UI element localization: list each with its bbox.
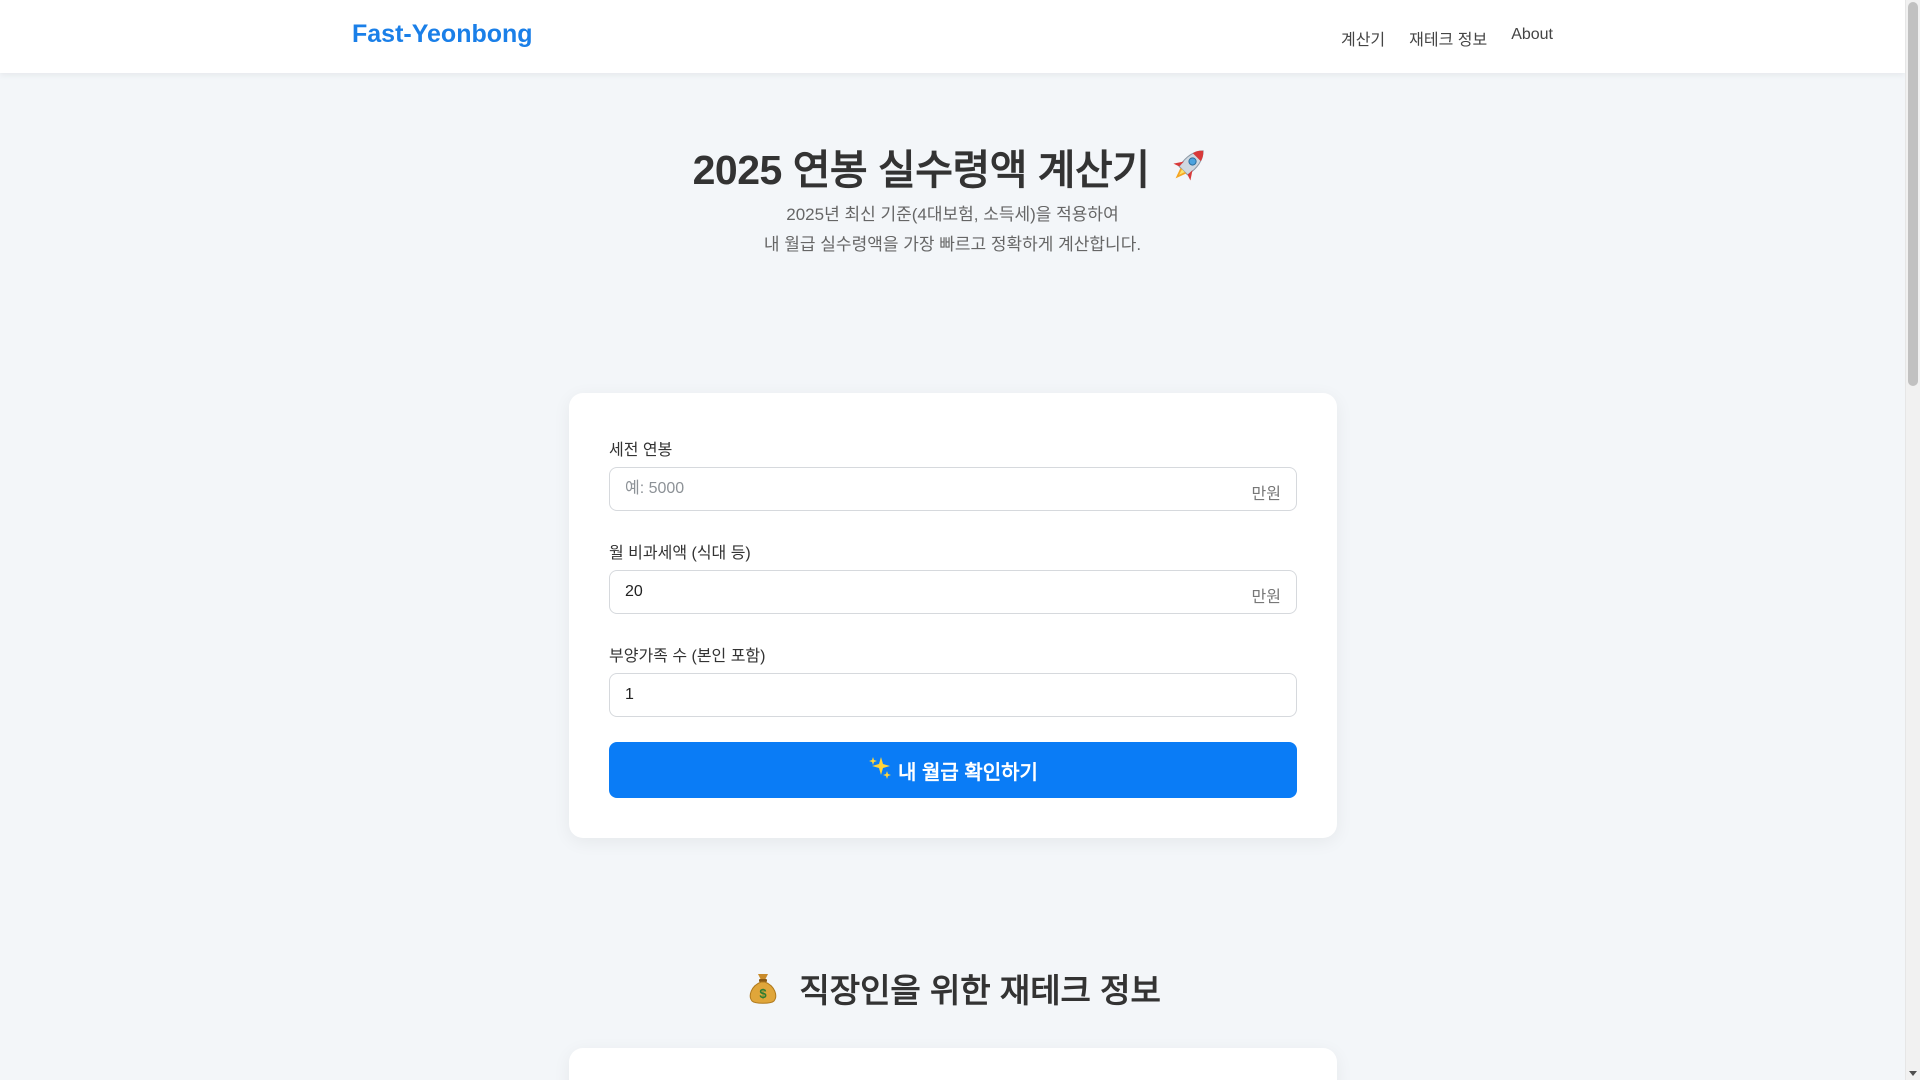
- page-title: 2025 연봉 실수령액 계산기: [0, 136, 1905, 198]
- salary-input-group: 만원: [609, 467, 1297, 511]
- vertical-scrollbar[interactable]: [1905, 0, 1920, 1080]
- nontax-input[interactable]: [610, 571, 1210, 613]
- svg-text:$: $: [760, 986, 768, 1001]
- hero-subtitle-line1: 2025년 최신 기준(4대보험, 소득세)을 적용하여: [786, 205, 1119, 224]
- nav-link-about[interactable]: About: [1511, 26, 1553, 50]
- salary-label: 세전 연봉: [609, 442, 673, 459]
- sparkles-icon: [868, 755, 892, 785]
- salary-input[interactable]: [610, 468, 1210, 510]
- brand-logo-link[interactable]: Fast-Yeonbong: [352, 20, 533, 49]
- dependents-input[interactable]: [610, 674, 1290, 716]
- nav-link-finance-info[interactable]: 재테크 정보: [1409, 26, 1487, 50]
- check-salary-button-label: 내 월급 확인하기: [898, 761, 1038, 784]
- finance-info-heading-text: 직장인을 위한 재테크 정보: [799, 972, 1161, 1009]
- hero-section: 2025 연봉 실수령액 계산기 2025년 최신 기준(4대보험, 소득세)을…: [0, 136, 1905, 260]
- nontax-unit: 만원: [1251, 589, 1281, 606]
- page-title-text: 2025 연봉 실수령액 계산기: [692, 147, 1150, 193]
- rocket-icon: [1166, 142, 1212, 198]
- page: Fast-Yeonbong 계산기 재테크 정보 About 2025 연봉 실…: [0, 0, 1905, 1080]
- nav-link-calculator[interactable]: 계산기: [1341, 26, 1385, 50]
- dependents-label: 부양가족 수 (본인 포함): [609, 648, 766, 665]
- main-nav: 계산기 재테크 정보 About: [1341, 26, 1553, 50]
- nontax-label: 월 비과세액 (식대 등): [609, 545, 751, 562]
- finance-info-card: [569, 1048, 1337, 1080]
- check-salary-button[interactable]: 내 월급 확인하기: [609, 742, 1297, 798]
- dependents-input-group: [609, 673, 1297, 717]
- salary-unit: 만원: [1251, 486, 1281, 503]
- site-header: Fast-Yeonbong 계산기 재테크 정보 About: [0, 0, 1905, 73]
- nontax-input-group: 만원: [609, 570, 1297, 614]
- salary-calculator-form: 세전 연봉 만원 월 비과세액 (식대 등) 만원 부양가족 수 (본인 포함)…: [569, 393, 1337, 838]
- hero-subtitle-line2: 내 월급 실수령액을 가장 빠르고 정확하게 계산합니다.: [763, 235, 1142, 254]
- finance-info-heading: $ 직장인을 위한 재테크 정보: [0, 964, 1905, 1014]
- scrollbar-thumb[interactable]: [1908, 2, 1918, 386]
- scroll-down-arrow-icon[interactable]: [1909, 1071, 1917, 1076]
- money-bag-icon: $: [744, 968, 782, 1014]
